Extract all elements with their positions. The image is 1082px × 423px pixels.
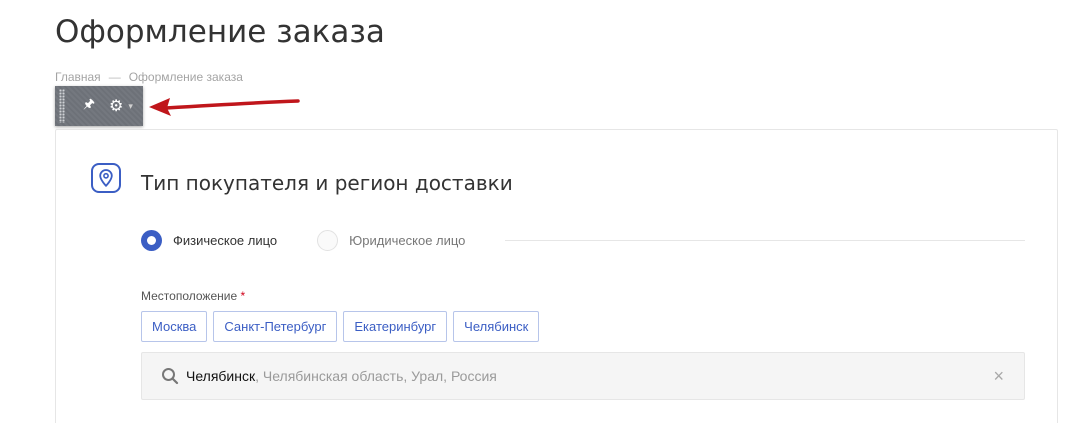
required-mark: * xyxy=(240,289,246,303)
radio-label[interactable]: Юридическое лицо xyxy=(349,233,465,248)
admin-toolbar: 🖈 ⚙ ▾ xyxy=(55,86,143,126)
quick-city-buttons: Москва Санкт-Петербург Екатеринбург Челя… xyxy=(141,311,540,342)
location-region: , Челябинская область, Урал, Россия xyxy=(255,368,497,384)
checkout-card: Тип покупателя и регион доставки Физичес… xyxy=(55,129,1058,423)
annotation-arrow-icon xyxy=(149,98,300,116)
gear-icon[interactable]: ⚙ xyxy=(109,96,123,116)
map-pin-icon xyxy=(91,163,121,193)
location-city: Челябинск xyxy=(186,368,256,384)
radio-individual[interactable]: Физическое лицо xyxy=(141,229,277,251)
search-icon xyxy=(162,368,179,385)
city-button-chelyabinsk[interactable]: Челябинск xyxy=(453,311,540,342)
location-search-value[interactable]: Челябинск, Челябинская область, Урал, Ро… xyxy=(186,368,497,384)
radio-unchecked-icon[interactable] xyxy=(317,229,339,251)
city-button-yekaterinburg[interactable]: Екатеринбург xyxy=(343,311,448,342)
location-label: Местоположение * xyxy=(141,289,245,303)
drag-grip-icon[interactable] xyxy=(59,89,65,123)
breadcrumb-item-home[interactable]: Главная xyxy=(55,70,101,84)
page-title: Оформление заказа xyxy=(55,14,385,50)
close-icon[interactable]: × xyxy=(993,366,1004,387)
city-button-saint-petersburg[interactable]: Санкт-Петербург xyxy=(213,311,338,342)
radio-checked-icon[interactable] xyxy=(141,229,162,251)
divider xyxy=(505,239,1025,241)
radio-legal-entity[interactable]: Юридическое лицо xyxy=(317,229,465,251)
pin-icon[interactable]: 🖈 xyxy=(83,95,95,117)
city-button-moscow[interactable]: Москва xyxy=(141,311,208,342)
breadcrumb-separator: — xyxy=(108,70,121,84)
radio-label[interactable]: Физическое лицо xyxy=(173,233,277,248)
caret-down-icon[interactable]: ▾ xyxy=(128,101,133,112)
section-title: Тип покупателя и регион доставки xyxy=(141,171,513,195)
breadcrumb: Главная — Оформление заказа xyxy=(55,70,243,84)
breadcrumb-item-current: Оформление заказа xyxy=(128,70,243,84)
location-label-text: Местоположение xyxy=(141,289,238,303)
buyer-type-group: Физическое лицо Юридическое лицо xyxy=(141,229,1025,251)
location-search-input[interactable]: Челябинск, Челябинская область, Урал, Ро… xyxy=(141,352,1025,400)
